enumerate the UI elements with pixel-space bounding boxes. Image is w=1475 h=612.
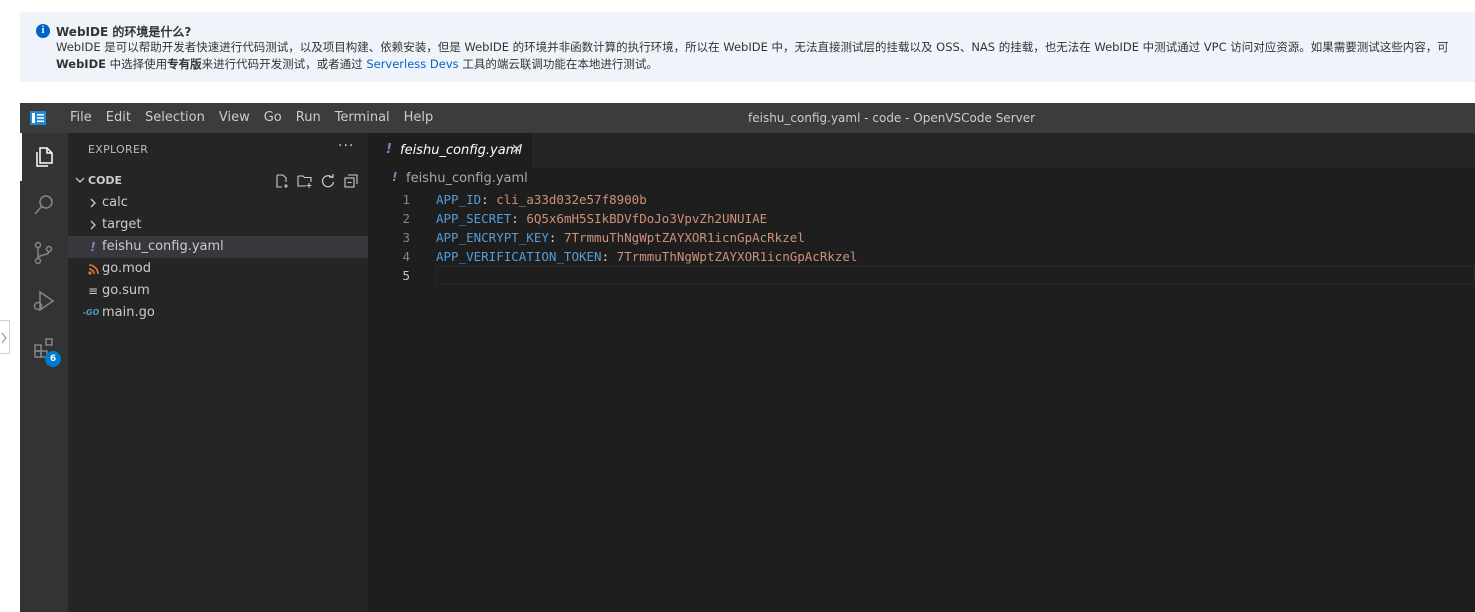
line-number: 2 <box>402 211 410 226</box>
go-mod-icon <box>88 264 99 275</box>
tree-item-label: target <box>102 217 142 232</box>
menu-view[interactable]: View <box>212 103 257 133</box>
go-file-icon: -GO <box>82 308 100 317</box>
yaml-file-icon: ! <box>90 240 96 254</box>
explorer-sidebar: EXPLORER ··· CODE calc target ! feishu_c… <box>68 133 368 612</box>
collapse-all-icon[interactable] <box>343 173 359 189</box>
banner-title: WebIDE 的环境是什么? <box>56 25 192 39</box>
editor-area: ! feishu_config.yaml × ! feishu_config.y… <box>368 133 1475 612</box>
banner-text: 中选择使用 <box>106 57 168 71</box>
tree-item-go-sum[interactable]: ≡ go.sum <box>68 280 368 302</box>
run-debug-icon[interactable] <box>20 277 68 325</box>
yaml-file-icon: ! <box>386 142 392 157</box>
line-number: 4 <box>402 249 410 264</box>
refresh-icon[interactable] <box>320 173 336 189</box>
new-folder-icon[interactable] <box>297 173 313 189</box>
yaml-value: 7TrmmuThNgWptZAYXOR1icnGpAcRkzel <box>616 249 858 264</box>
code-line: 1 APP_ID: cli_a33d032e57f8900b <box>368 190 1475 209</box>
tab-label: feishu_config.yaml <box>400 143 522 158</box>
workspace-section-header[interactable]: CODE <box>68 170 368 192</box>
search-icon[interactable] <box>20 181 68 229</box>
tab-feishu-config[interactable]: ! feishu_config.yaml × <box>368 133 532 168</box>
tree-item-label: feishu_config.yaml <box>102 239 224 254</box>
yaml-key: APP_SECRET <box>436 211 512 226</box>
tree-item-go-mod[interactable]: go.mod <box>68 258 368 280</box>
chevron-right-icon <box>90 220 96 230</box>
code-line: 2 APP_SECRET: 6Q5x6mH5SIkBDVfDoJo3VpvZh2… <box>368 209 1475 228</box>
banner-text: 来进行代码开发测试，或者通过 <box>201 57 367 71</box>
menu-terminal[interactable]: Terminal <box>328 103 397 133</box>
yaml-separator: : <box>601 249 617 264</box>
menu-edit[interactable]: Edit <box>99 103 138 133</box>
info-banner: i WebIDE 的环境是什么? WebIDE 是可以帮助开发者快速进行代码测试… <box>20 12 1475 82</box>
yaml-separator: : <box>548 230 564 245</box>
banner-text: 工具的端云联调功能在本地进行测试。 <box>458 57 658 71</box>
banner-dedicated-label: 专有版 <box>167 57 202 71</box>
explorer-icon[interactable] <box>20 133 68 181</box>
yaml-value: cli_a33d032e57f8900b <box>496 192 647 207</box>
menu-go[interactable]: Go <box>257 103 289 133</box>
info-icon: i <box>36 24 50 38</box>
code-editor[interactable]: 1 APP_ID: cli_a33d032e57f8900b 2 APP_SEC… <box>368 190 1475 285</box>
line-number: 5 <box>402 268 410 283</box>
code-line: 3 APP_ENCRYPT_KEY: 7TrmmuThNgWptZAYXOR1i… <box>368 228 1475 247</box>
yaml-file-icon: ! <box>392 170 398 184</box>
text-file-icon: ≡ <box>87 284 99 298</box>
side-panel-toggle[interactable] <box>0 320 10 354</box>
tree-item-main-go[interactable]: -GO main.go <box>68 302 368 324</box>
close-icon[interactable]: × <box>511 141 523 157</box>
yaml-value: 7TrmmuThNgWptZAYXOR1icnGpAcRkzel <box>563 230 805 245</box>
yaml-key: APP_ID <box>436 192 482 207</box>
yaml-key: APP_VERIFICATION_TOKEN <box>436 249 602 264</box>
tree-item-label: go.sum <box>102 283 150 298</box>
file-tree: calc target ! feishu_config.yaml go.mod <box>68 192 368 324</box>
breadcrumb-item[interactable]: feishu_config.yaml <box>406 171 528 186</box>
code-line-current: 5 <box>368 266 1475 285</box>
new-file-icon[interactable] <box>274 173 290 189</box>
line-number: 1 <box>402 192 410 207</box>
line-number: 3 <box>402 230 410 245</box>
app-logo-icon[interactable] <box>30 111 46 125</box>
banner-line-2: WebIDE 中选择使用专有版来进行代码开发测试，或者通过 Serverless… <box>56 56 658 72</box>
activity-bar: 6 <box>20 133 68 612</box>
source-control-icon[interactable] <box>20 229 68 277</box>
yaml-separator: : <box>481 192 497 207</box>
window-title: feishu_config.yaml - code - OpenVSCode S… <box>748 111 1036 125</box>
tree-item-label: calc <box>102 195 128 210</box>
tree-item-label: main.go <box>102 305 155 320</box>
explorer-header: EXPLORER <box>88 143 149 156</box>
tree-item-target[interactable]: target <box>68 214 368 236</box>
banner-webide-label: WebIDE <box>56 57 106 71</box>
title-bar: File Edit Selection View Go Run Terminal… <box>20 103 1475 133</box>
tree-item-calc[interactable]: calc <box>68 192 368 214</box>
chevron-right-icon <box>90 198 96 208</box>
more-actions-icon[interactable]: ··· <box>338 138 354 154</box>
banner-line-1: WebIDE 是可以帮助开发者快速进行代码测试，以及项目构建、依赖安装，但是 W… <box>56 40 1449 54</box>
menu-help[interactable]: Help <box>397 103 441 133</box>
extensions-icon[interactable]: 6 <box>20 325 68 373</box>
menu-run[interactable]: Run <box>289 103 328 133</box>
tree-item-label: go.mod <box>102 261 151 276</box>
serverless-devs-link[interactable]: Serverless Devs <box>366 57 458 71</box>
menu-file[interactable]: File <box>63 103 99 133</box>
code-line: 4 APP_VERIFICATION_TOKEN: 7TrmmuThNgWptZ… <box>368 247 1475 266</box>
extensions-badge: 6 <box>45 351 61 367</box>
breadcrumb: ! feishu_config.yaml <box>368 168 1475 190</box>
explorer-actions <box>274 173 359 189</box>
yaml-key: APP_ENCRYPT_KEY <box>436 230 549 245</box>
yaml-value: 6Q5x6mH5SIkBDVfDoJo3VpvZh2UNUIAE <box>526 211 768 226</box>
vscode-window: File Edit Selection View Go Run Terminal… <box>20 103 1475 612</box>
yaml-separator: : <box>511 211 527 226</box>
workspace-name: CODE <box>88 174 123 187</box>
menu-bar: File Edit Selection View Go Run Terminal… <box>63 103 440 133</box>
tree-item-feishu-config[interactable]: ! feishu_config.yaml <box>68 236 368 258</box>
chevron-down-icon <box>75 177 85 183</box>
tab-bar: ! feishu_config.yaml × <box>368 133 1475 168</box>
menu-selection[interactable]: Selection <box>138 103 212 133</box>
